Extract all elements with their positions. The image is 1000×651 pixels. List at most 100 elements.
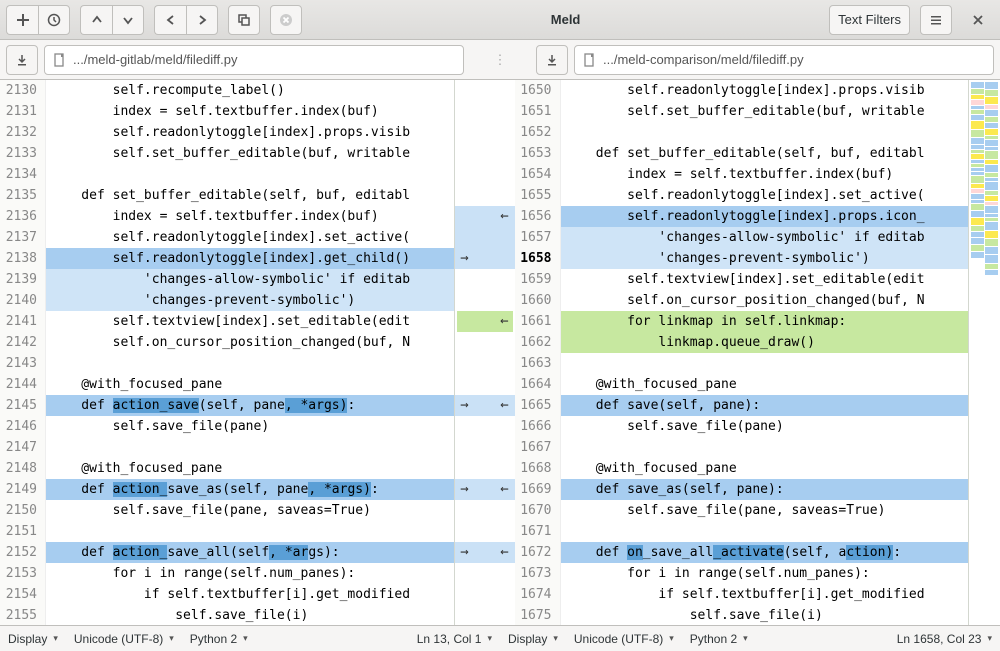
code-line[interactable]: 2143 xyxy=(0,353,454,374)
code-line[interactable]: 2136 index = self.textbuffer.index(buf) xyxy=(0,206,454,227)
right-file-path[interactable]: .../meld-comparison/meld/filediff.py xyxy=(574,45,994,75)
minimap[interactable] xyxy=(968,80,1000,625)
code-line[interactable]: 1657 'changes-allow-symbolic' if editab xyxy=(515,227,969,248)
push-right-icon[interactable]: → xyxy=(457,248,473,269)
push-right-icon[interactable]: → xyxy=(457,479,473,500)
left-display-menu[interactable]: Display xyxy=(8,632,58,646)
code-line[interactable]: 2149 def action_save_as(self, pane, *arg… xyxy=(0,479,454,500)
right-encoding-menu[interactable]: Unicode (UTF-8) xyxy=(574,632,674,646)
minimap-block xyxy=(985,129,998,135)
code-line[interactable]: 2148 @with_focused_pane xyxy=(0,458,454,479)
code-line[interactable]: 2134 xyxy=(0,164,454,185)
code-line[interactable]: 2130 self.recompute_label() xyxy=(0,80,454,101)
code-line[interactable]: 1674 if self.textbuffer[i].get_modified xyxy=(515,584,969,605)
link-gutter[interactable]: → ← → ← → ← → ← ← xyxy=(455,80,515,625)
code-line[interactable]: 1659 self.textview[index].set_editable(e… xyxy=(515,269,969,290)
code-line[interactable]: 2146 self.save_file(pane) xyxy=(0,416,454,437)
right-pane[interactable]: 1650 self.readonlytoggle[index].props.vi… xyxy=(515,80,969,625)
code-line[interactable]: 1661 for linkmap in self.linkmap: xyxy=(515,311,969,332)
code-line[interactable]: 1665 def save(self, pane): xyxy=(515,395,969,416)
code-line[interactable]: 2133 self.set_buffer_editable(buf, writa… xyxy=(0,143,454,164)
code-line[interactable]: 2154 if self.textbuffer[i].get_modified xyxy=(0,584,454,605)
code-line[interactable]: 1669 def save_as(self, pane): xyxy=(515,479,969,500)
code-line[interactable]: 2131 index = self.textbuffer.index(buf) xyxy=(0,101,454,122)
line-text: self.readonlytoggle[index].set_active( xyxy=(561,185,969,206)
code-line[interactable]: 1656 self.readonlytoggle[index].props.ic… xyxy=(515,206,969,227)
right-lang-menu[interactable]: Python 2 xyxy=(690,632,748,646)
new-comparison-button[interactable] xyxy=(6,5,38,35)
code-line[interactable]: 1667 xyxy=(515,437,969,458)
left-encoding-menu[interactable]: Unicode (UTF-8) xyxy=(74,632,174,646)
save-left-button[interactable] xyxy=(6,45,38,75)
menu-button[interactable] xyxy=(920,5,952,35)
minimap-block xyxy=(985,222,998,230)
code-line[interactable]: 1654 index = self.textbuffer.index(buf) xyxy=(515,164,969,185)
right-display-menu[interactable]: Display xyxy=(508,632,558,646)
code-line[interactable]: 2135 def set_buffer_editable(self, buf, … xyxy=(0,185,454,206)
left-position[interactable]: Ln 13, Col 1 xyxy=(417,632,492,646)
left-lang-menu[interactable]: Python 2 xyxy=(190,632,248,646)
code-line[interactable]: 2150 self.save_file(pane, saveas=True) xyxy=(0,500,454,521)
minimap-block xyxy=(971,82,984,88)
code-line[interactable]: 1660 self.on_cursor_position_changed(buf… xyxy=(515,290,969,311)
code-line[interactable]: 1652 xyxy=(515,122,969,143)
code-line[interactable]: 2145 def action_save(self, pane, *args): xyxy=(0,395,454,416)
code-line[interactable]: 1671 xyxy=(515,521,969,542)
code-line[interactable]: 1664 @with_focused_pane xyxy=(515,374,969,395)
code-line[interactable]: 2138 self.readonlytoggle[index].get_chil… xyxy=(0,248,454,269)
push-left-icon[interactable]: ← xyxy=(497,542,513,563)
pane-divider[interactable]: ⋮ xyxy=(470,52,530,68)
push-left-icon[interactable]: ← xyxy=(497,206,513,227)
code-line[interactable]: 1666 self.save_file(pane) xyxy=(515,416,969,437)
code-line[interactable]: 2153 for i in range(self.num_panes): xyxy=(0,563,454,584)
back-button[interactable] xyxy=(154,5,186,35)
right-position[interactable]: Ln 1658, Col 23 xyxy=(897,632,992,646)
line-number: 1653 xyxy=(515,143,561,164)
next-change-button[interactable] xyxy=(112,5,144,35)
push-right-icon[interactable]: → xyxy=(457,542,473,563)
code-line[interactable]: 2152 def action_save_all(self, *args): xyxy=(0,542,454,563)
code-line[interactable]: 1662 linkmap.queue_draw() xyxy=(515,332,969,353)
code-line[interactable]: 1668 @with_focused_pane xyxy=(515,458,969,479)
code-line[interactable]: 2137 self.readonlytoggle[index].set_acti… xyxy=(0,227,454,248)
insert-left-icon[interactable]: ← xyxy=(457,311,513,332)
code-line[interactable]: 1670 self.save_file(pane, saveas=True) xyxy=(515,500,969,521)
code-line[interactable]: 2141 self.textview[index].set_editable(e… xyxy=(0,311,454,332)
code-line[interactable]: 1655 self.readonlytoggle[index].set_acti… xyxy=(515,185,969,206)
code-line[interactable]: 2147 xyxy=(0,437,454,458)
code-line[interactable]: 2140 'changes-prevent-symbolic') xyxy=(0,290,454,311)
code-line[interactable]: 2151 xyxy=(0,521,454,542)
line-text: index = self.textbuffer.index(buf) xyxy=(561,164,969,185)
code-line[interactable]: 1651 self.set_buffer_editable(buf, writa… xyxy=(515,101,969,122)
code-line[interactable]: 1663 xyxy=(515,353,969,374)
code-line[interactable]: 1653 def set_buffer_editable(self, buf, … xyxy=(515,143,969,164)
code-line[interactable]: 1675 self.save_file(i) xyxy=(515,605,969,625)
text-filters-button[interactable]: Text Filters xyxy=(829,5,910,35)
code-line[interactable]: 2155 self.save_file(i) xyxy=(0,605,454,625)
forward-button[interactable] xyxy=(186,5,218,35)
left-file-path[interactable]: .../meld-gitlab/meld/filediff.py xyxy=(44,45,464,75)
minimap-block xyxy=(971,121,984,129)
code-line[interactable]: 2132 self.readonlytoggle[index].props.vi… xyxy=(0,122,454,143)
copy-button[interactable] xyxy=(228,5,260,35)
prev-change-button[interactable] xyxy=(80,5,112,35)
line-number: 1666 xyxy=(515,416,561,437)
left-pane[interactable]: 2130 self.recompute_label()2131 index = … xyxy=(0,80,455,625)
line-text: self.readonlytoggle[index].props.visib xyxy=(46,122,454,143)
push-right-icon[interactable]: → xyxy=(457,395,473,416)
close-button[interactable] xyxy=(962,5,994,35)
code-line[interactable]: 2144 @with_focused_pane xyxy=(0,374,454,395)
push-left-icon[interactable]: ← xyxy=(497,395,513,416)
line-number: 2143 xyxy=(0,353,46,374)
recent-button[interactable] xyxy=(38,5,70,35)
stop-button[interactable] xyxy=(270,5,302,35)
code-line[interactable]: 1658 'changes-prevent-symbolic') xyxy=(515,248,969,269)
code-line[interactable]: 1673 for i in range(self.num_panes): xyxy=(515,563,969,584)
save-right-button[interactable] xyxy=(536,45,568,75)
code-line[interactable]: 2139 'changes-allow-symbolic' if editab xyxy=(0,269,454,290)
code-line[interactable]: 1650 self.readonlytoggle[index].props.vi… xyxy=(515,80,969,101)
code-line[interactable]: 2142 self.on_cursor_position_changed(buf… xyxy=(0,332,454,353)
push-left-icon[interactable]: ← xyxy=(497,479,513,500)
code-line[interactable]: 1672 def on_save_all_activate(self, acti… xyxy=(515,542,969,563)
line-text: def action_save_all(self, *args): xyxy=(46,542,454,563)
